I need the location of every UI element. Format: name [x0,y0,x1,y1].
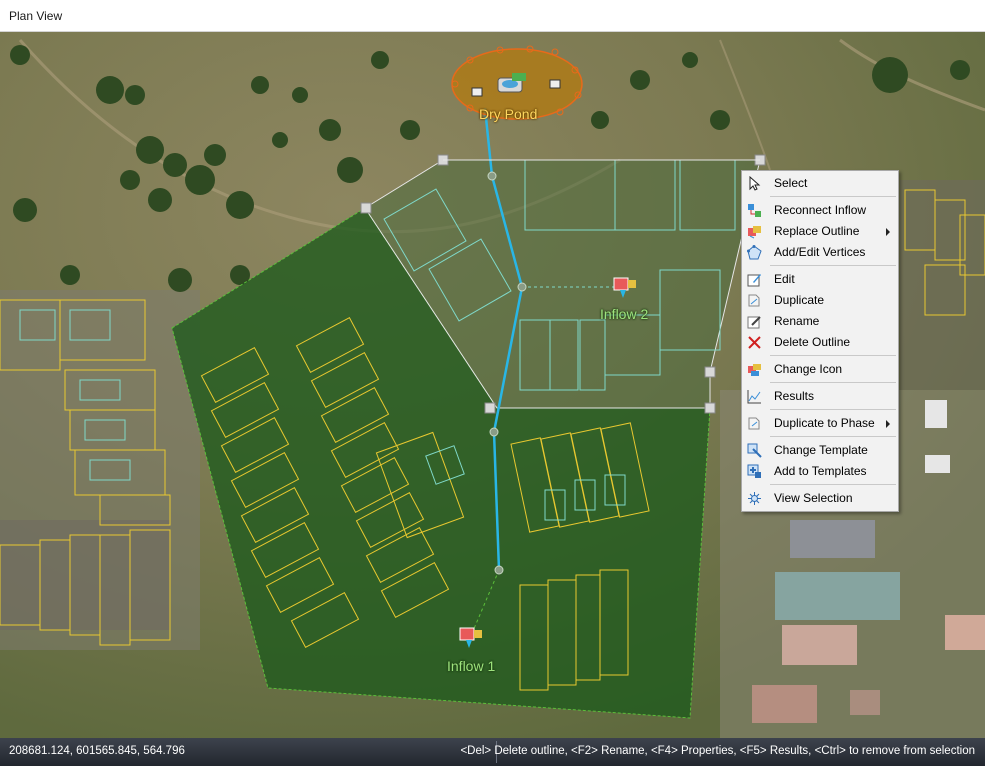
roof [790,520,875,558]
vertices-icon [747,245,762,260]
menu-item-rename[interactable]: Rename [742,311,898,332]
cursor-arrow-icon [749,176,761,191]
edit-icon [747,274,761,287]
roof [945,615,985,650]
menu-item-label: Delete Outline [774,335,851,349]
menu-item-label: Edit [774,272,795,286]
menu-item-label: Select [774,176,808,190]
add-template-icon [747,464,761,478]
menu-item-label: Add/Edit Vertices [774,245,866,259]
menu-item-change-template[interactable]: Change Template [742,440,898,461]
menu-item-label: View Selection [774,491,853,505]
delete-x-icon [748,336,761,349]
menu-item-change-icon[interactable]: Change Icon [742,359,898,380]
status-bar: 208681.124, 601565.845, 564.796 <Del> De… [0,738,985,766]
roof [925,455,950,473]
menu-item-duplicate-to-phase[interactable]: Duplicate to Phase [742,413,898,434]
submenu-arrow-icon [886,420,890,428]
menu-separator [770,265,896,266]
reconnect-inflow-icon [748,204,761,217]
menu-item-duplicate[interactable]: Duplicate [742,290,898,311]
menu-item-view-selection[interactable]: View Selection [742,488,898,509]
title-bar: Plan View [0,0,985,32]
roof [925,400,947,428]
menu-item-edit[interactable]: Edit [742,269,898,290]
menu-item-delete-outline[interactable]: Delete Outline [742,332,898,353]
menu-item-select[interactable]: Select [742,173,898,194]
results-chart-icon [747,390,761,404]
menu-item-reconnect-inflow[interactable]: Reconnect Inflow [742,200,898,221]
roof [752,685,817,723]
inflow-1-label: Inflow 1 [447,658,496,674]
menu-item-add-to-templates[interactable]: Add to Templates [742,461,898,482]
menu-item-label: Reconnect Inflow [774,203,867,217]
menu-item-label: Change Template [774,443,868,457]
menu-separator [770,382,896,383]
roof [775,572,900,620]
menu-item-add-edit-vertices[interactable]: Add/Edit Vertices [742,242,898,263]
change-icon-icon [748,364,761,376]
keyboard-hint: <Del> Delete outline, <F2> Rename, <F4> … [460,745,975,757]
menu-separator [770,355,896,356]
context-menu[interactable]: Select Reconnect Inflow Replace Outline … [741,170,899,512]
submenu-arrow-icon [886,228,890,236]
menu-item-label: Add to Templates [774,464,867,478]
dry-pond-label: Dry Pond [479,106,538,122]
menu-item-label: Replace Outline [774,224,860,238]
window-title: Plan View [9,9,63,23]
roof [850,690,880,715]
change-template-icon [747,443,762,458]
menu-item-label: Rename [774,314,820,328]
menu-separator [770,484,896,485]
duplicate-icon [748,294,760,307]
view-selection-icon [748,492,761,505]
menu-item-label: Results [774,389,815,403]
menu-item-results[interactable]: Results [742,386,898,407]
menu-separator [770,409,896,410]
residential-area [900,180,985,390]
menu-item-label: Duplicate to Phase [774,416,875,430]
menu-item-replace-outline[interactable]: Replace Outline [742,221,898,242]
menu-separator [770,436,896,437]
inflow-2-label: Inflow 2 [600,306,649,322]
duplicate-phase-icon [748,417,760,430]
menu-item-label: Change Icon [774,362,843,376]
rename-icon [747,316,761,329]
replace-outline-icon [748,226,761,239]
menu-separator [770,196,896,197]
coordinate-readout: 208681.124, 601565.845, 564.796 [9,745,185,757]
roof [782,625,857,665]
menu-item-label: Duplicate [774,293,825,307]
residential-area [0,520,170,630]
